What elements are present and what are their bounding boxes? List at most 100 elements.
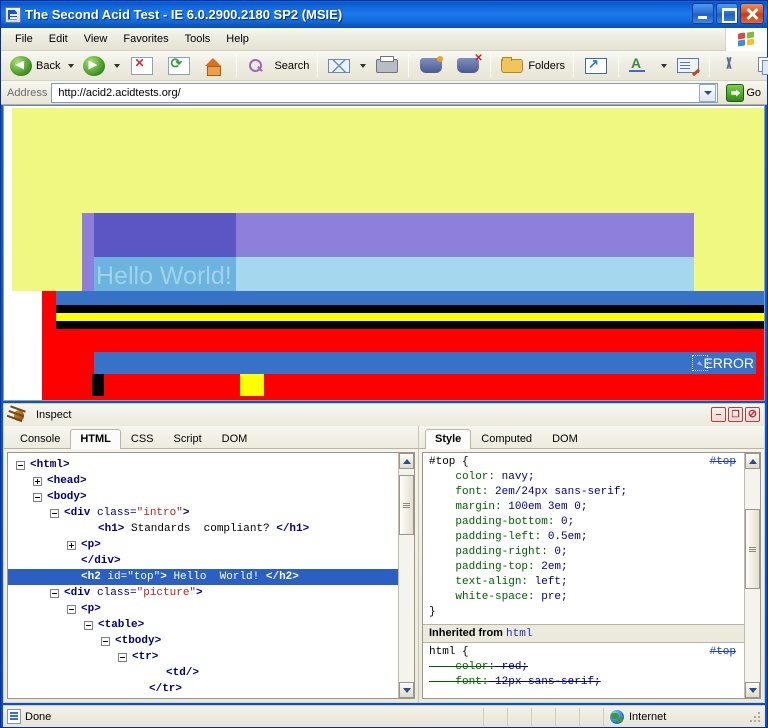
css-declaration[interactable]: margin: 100em 3em 0; [429, 500, 738, 515]
dom-tree-row[interactable]: <body> [8, 489, 398, 505]
dom-tree-row[interactable]: <div class="intro"> [8, 505, 398, 521]
back-dropdown-icon[interactable] [68, 64, 74, 68]
forward-dropdown-icon[interactable] [114, 64, 120, 68]
tab-style[interactable]: Style [425, 429, 471, 449]
collapse-icon[interactable] [101, 637, 110, 646]
messenger-close-icon [457, 58, 479, 73]
font-size-dropdown-icon[interactable] [661, 64, 667, 68]
maximize-button[interactable] [716, 3, 738, 24]
scroll-track[interactable] [745, 469, 760, 682]
stop-button[interactable] [124, 54, 160, 78]
tab-dom-right[interactable]: DOM [542, 429, 588, 449]
go-button[interactable]: Go [722, 82, 765, 104]
dom-tree-scrollbar[interactable] [398, 453, 414, 698]
forward-button[interactable] [78, 54, 110, 78]
css-declaration[interactable]: padding-top: 2em; [429, 560, 738, 575]
tab-computed[interactable]: Computed [471, 429, 542, 449]
css-declaration[interactable]: font: 2em/24px sans-serif; [429, 485, 738, 500]
fullscreen-button[interactable] [578, 54, 614, 78]
folders-button[interactable]: Folders [495, 54, 569, 78]
menu-view[interactable]: View [76, 31, 116, 47]
resize-grip-icon[interactable] [749, 710, 763, 724]
scroll-down-icon[interactable] [745, 682, 760, 698]
dom-tree-row[interactable]: <html> [8, 457, 398, 473]
messenger-close-button[interactable] [450, 54, 486, 78]
dom-tree-row[interactable]: <tr> [8, 649, 398, 665]
style-scrollbar[interactable] [744, 453, 760, 698]
menu-edit[interactable]: Edit [41, 31, 76, 47]
edit-button[interactable] [671, 54, 705, 78]
menu-help[interactable]: Help [218, 31, 257, 47]
expand-icon[interactable] [33, 477, 42, 486]
tab-script[interactable]: Script [164, 429, 212, 449]
browser-viewport[interactable]: Hello World! ERROR [3, 105, 765, 401]
css-declaration[interactable]: font: 12px sans-serif; [429, 675, 738, 690]
collapse-icon[interactable] [84, 621, 93, 630]
messenger-new-button[interactable] [413, 54, 449, 78]
search-button[interactable]: Search [241, 54, 313, 78]
scroll-up-icon[interactable] [399, 453, 414, 469]
rule-source-link[interactable]: #top [710, 645, 736, 660]
cut-button[interactable] [714, 54, 750, 78]
inspector-close-icon[interactable] [745, 407, 760, 422]
css-declaration[interactable]: white-space: pre; [429, 590, 738, 605]
inspector-minimize-icon[interactable] [711, 407, 726, 422]
dom-tree-row[interactable]: <p> [8, 601, 398, 617]
dom-tree-row[interactable]: <h1> Standards compliant? </h1> [8, 521, 398, 537]
print-button[interactable] [370, 54, 404, 78]
inherited-from-element[interactable]: html [506, 628, 532, 640]
scroll-down-icon[interactable] [399, 682, 414, 698]
menu-favorites[interactable]: Favorites [115, 31, 176, 47]
dom-tree-row[interactable]: <tbody> [8, 633, 398, 649]
collapse-icon[interactable] [67, 605, 76, 614]
minimize-button[interactable] [692, 3, 714, 24]
mail-dropdown-icon[interactable] [360, 64, 366, 68]
back-button[interactable]: Back [5, 54, 64, 78]
dom-tree-row[interactable]: <td/> [8, 665, 398, 681]
menu-tools[interactable]: Tools [177, 31, 219, 47]
security-zone-cell[interactable]: Internet [604, 708, 749, 726]
close-button[interactable] [740, 3, 764, 24]
refresh-button[interactable] [161, 54, 197, 78]
menu-file[interactable]: File [7, 31, 41, 47]
scroll-up-icon[interactable] [745, 453, 760, 469]
rule-source-link[interactable]: #top [710, 455, 736, 470]
css-selector: #top { [429, 455, 738, 470]
tab-console[interactable]: Console [10, 429, 70, 449]
home-button[interactable] [198, 54, 232, 78]
collapse-icon[interactable] [50, 509, 59, 518]
css-declaration[interactable]: text-align: left; [429, 575, 738, 590]
tab-html[interactable]: HTML [70, 429, 121, 449]
scroll-thumb[interactable] [745, 509, 760, 589]
address-input[interactable]: http://acid2.acidtests.org/ [51, 83, 718, 103]
collapse-icon[interactable] [16, 461, 25, 470]
inspector-restore-icon[interactable] [728, 407, 743, 422]
css-declaration[interactable]: padding-left: 0.5em; [429, 530, 738, 545]
chevron-down-icon[interactable] [699, 84, 716, 102]
collapse-icon[interactable] [50, 589, 59, 598]
css-declaration[interactable]: padding-right: 0; [429, 545, 738, 560]
dom-tree-row[interactable]: <head> [8, 473, 398, 489]
collapse-icon[interactable] [33, 493, 42, 502]
copy-button[interactable] [751, 54, 768, 78]
dom-tree-row[interactable]: <h2 id="top"> Hello World! </h2> [8, 569, 398, 585]
dom-tree-row[interactable]: </tr> [8, 681, 398, 697]
dom-tree-row[interactable]: <table> [8, 617, 398, 633]
dom-tree-row[interactable]: </div> [8, 553, 398, 569]
scroll-track[interactable] [399, 469, 414, 682]
dom-tree[interactable]: <html><head><body><div class="intro"><h1… [8, 453, 398, 698]
collapse-icon[interactable] [118, 653, 127, 662]
tab-css[interactable]: CSS [121, 429, 164, 449]
css-declaration[interactable]: color: navy; [429, 470, 738, 485]
dom-tree-row[interactable]: <p> [8, 537, 398, 553]
dom-tree-row[interactable]: <div class="picture"> [8, 585, 398, 601]
style-rules-list[interactable]: #top#top { color: navy; font: 2em/24px s… [423, 453, 744, 698]
font-size-button[interactable] [623, 54, 657, 78]
scroll-thumb[interactable] [399, 475, 414, 535]
tab-dom[interactable]: DOM [212, 429, 258, 449]
css-value: navy; [495, 471, 535, 483]
mail-button[interactable] [322, 54, 356, 78]
css-declaration[interactable]: padding-bottom: 0; [429, 515, 738, 530]
css-declaration[interactable]: color: red; [429, 660, 738, 675]
expand-icon[interactable] [67, 541, 76, 550]
